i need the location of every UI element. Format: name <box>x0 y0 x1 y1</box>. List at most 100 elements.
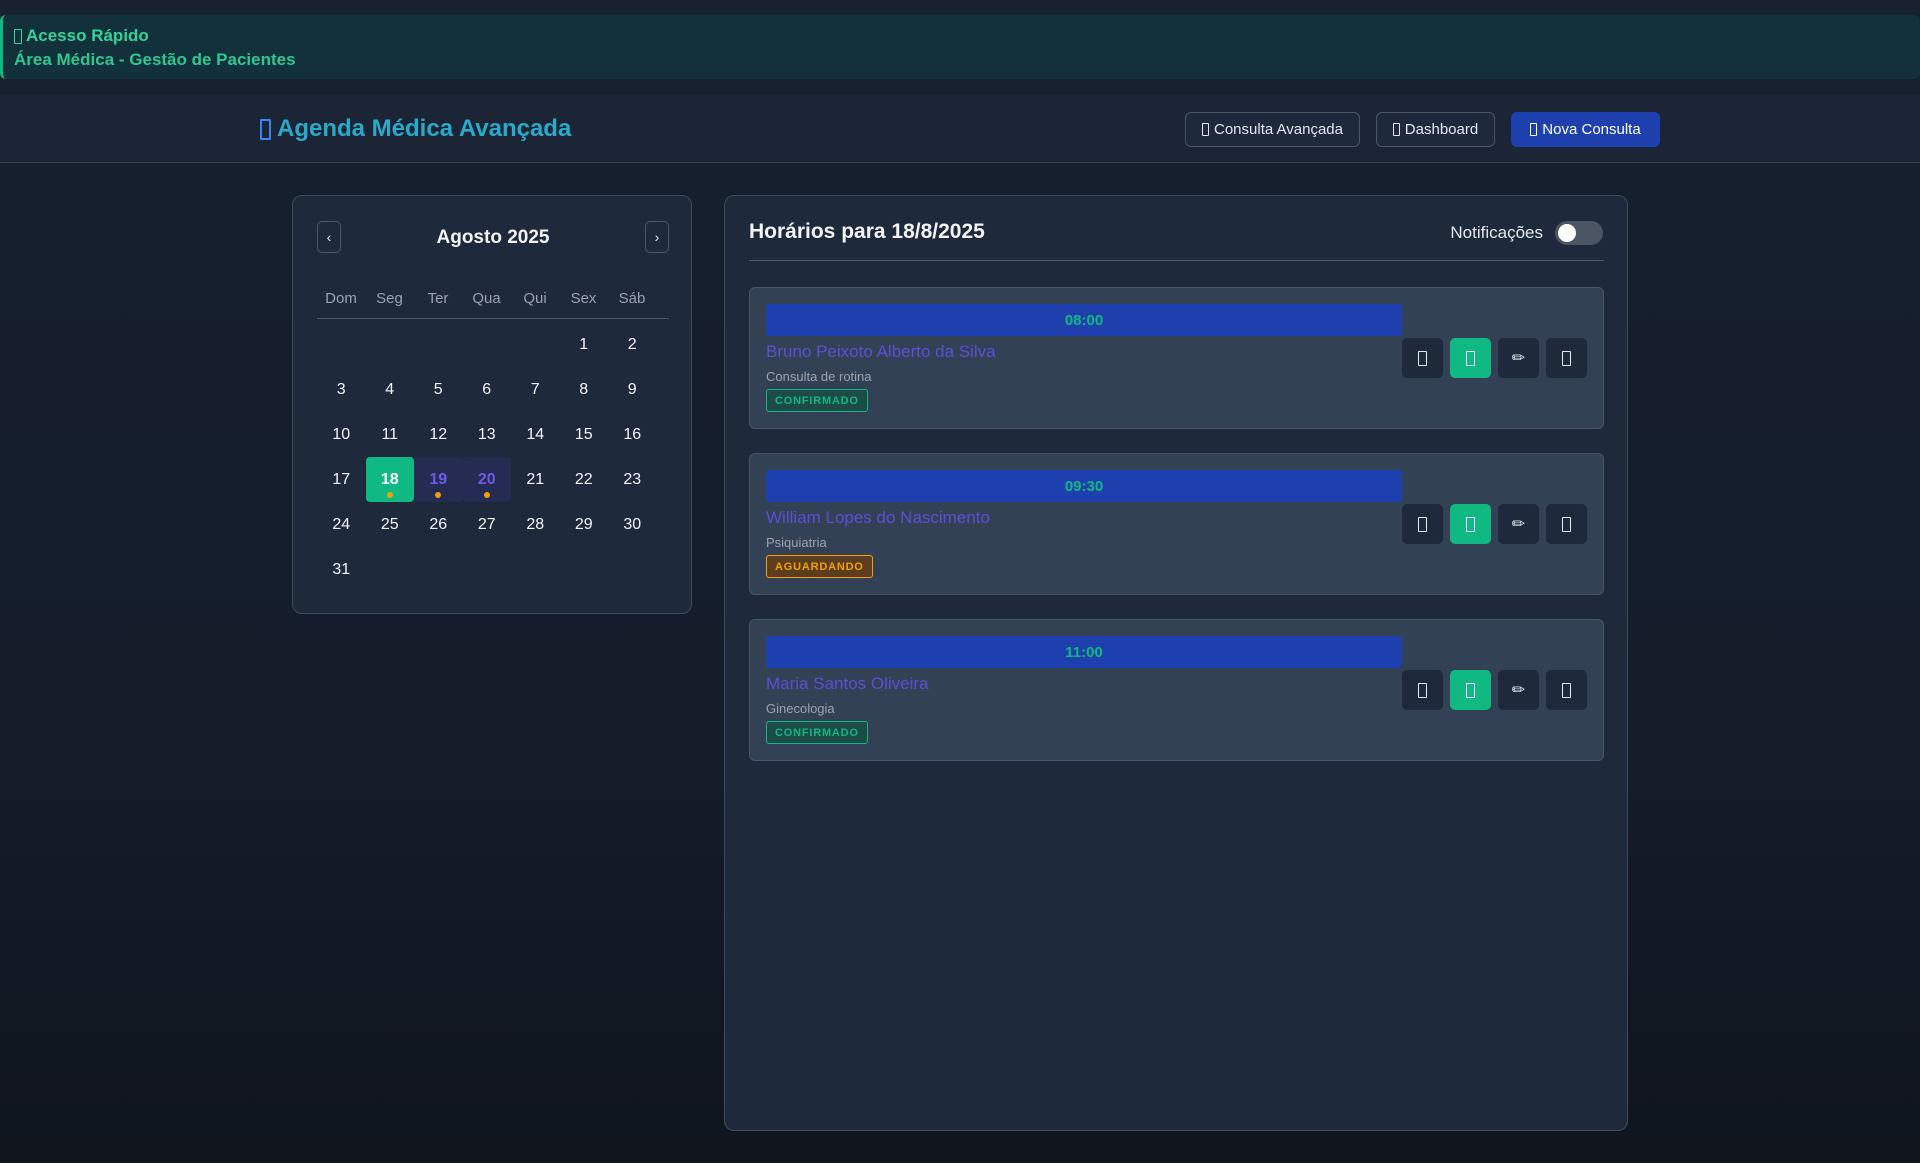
calendar-day[interactable]: 2 <box>608 322 657 367</box>
calendar-day[interactable]: 6 <box>463 367 512 412</box>
edit-button[interactable]: ✏ <box>1498 670 1539 710</box>
calendar-month-label: Agosto 2025 <box>436 227 550 248</box>
hospital-icon <box>260 118 271 140</box>
call-button[interactable] <box>1402 504 1443 544</box>
whatsapp-button[interactable] <box>1450 504 1491 544</box>
new-consult-button[interactable]: Nova Consulta <box>1511 112 1660 147</box>
edit-icon: ✏ <box>1511 516 1526 533</box>
appointment-type: Psiquiatria <box>766 535 827 550</box>
calendar-day[interactable]: 23 <box>608 457 657 502</box>
calendar-day[interactable]: 20 <box>462 457 511 502</box>
appointment-card[interactable]: 09:30 William Lopes do Nascimento Psiqui… <box>749 453 1604 595</box>
calendar-day-number: 9 <box>627 380 637 398</box>
calendar-day[interactable]: 28 <box>511 502 560 547</box>
calendar-day[interactable]: 10 <box>317 412 366 457</box>
next-month-button[interactable]: › <box>645 221 669 253</box>
calendar-day[interactable]: 27 <box>463 502 512 547</box>
calendar-empty-cell <box>463 322 512 367</box>
calendar-day-number: 5 <box>433 380 443 398</box>
appointment-type: Consulta de rotina <box>766 369 872 384</box>
edit-icon: ✏ <box>1511 682 1526 699</box>
delete-button[interactable] <box>1546 670 1587 710</box>
calendar-day-number: 13 <box>477 425 496 443</box>
patient-name[interactable]: Bruno Peixoto Alberto da Silva <box>766 342 996 362</box>
appointment-card[interactable]: 11:00 Maria Santos Oliveira Ginecologia … <box>749 619 1604 761</box>
lightning-icon <box>14 28 22 44</box>
calendar-day-number: 6 <box>482 380 492 398</box>
search-icon <box>1202 123 1209 136</box>
calendar-day-number: 18 <box>380 470 399 488</box>
calendar-day[interactable]: 25 <box>366 502 415 547</box>
calendar-day-number: 7 <box>530 380 540 398</box>
patient-name[interactable]: Maria Santos Oliveira <box>766 674 929 694</box>
dashboard-label: Dashboard <box>1404 121 1479 138</box>
calendar-day-selected[interactable]: 18 <box>365 457 414 502</box>
calendar-day[interactable]: 3 <box>317 367 366 412</box>
calendar-day[interactable]: 22 <box>560 457 609 502</box>
calendar-day[interactable]: 17 <box>317 457 366 502</box>
calendar-day-number: 29 <box>574 515 593 533</box>
patient-name[interactable]: William Lopes do Nascimento <box>766 508 990 528</box>
weekday-label: Qui <box>523 290 547 307</box>
phone-icon <box>1418 350 1427 366</box>
quick-access-banner[interactable]: Acesso Rápido Área Médica - Gestão de Pa… <box>0 15 1920 79</box>
advanced-consult-button[interactable]: Consulta Avançada <box>1185 112 1360 147</box>
calendar-day[interactable]: 24 <box>317 502 366 547</box>
weekday-header: Dom Seg Ter Qua Qui Sex Sáb <box>317 290 669 307</box>
delete-button[interactable] <box>1546 338 1587 378</box>
calendar-day[interactable]: 13 <box>463 412 512 457</box>
notifications-toggle[interactable] <box>1555 221 1603 245</box>
whatsapp-button[interactable] <box>1450 670 1491 710</box>
appointment-dot-indicator <box>386 492 393 498</box>
weekday-label: Sáb <box>618 290 646 307</box>
app-header: Agenda Médica Avançada Consulta Avançada… <box>0 95 1920 163</box>
status-badge: AGUARDANDO <box>766 555 873 578</box>
calendar-day[interactable]: 29 <box>560 502 609 547</box>
appointment-actions: ✏ <box>1402 504 1587 544</box>
calendar-day[interactable]: 30 <box>608 502 657 547</box>
calendar-day[interactable]: 14 <box>511 412 560 457</box>
whatsapp-button[interactable] <box>1450 338 1491 378</box>
calendar-empty-cell <box>414 322 463 367</box>
appointment-time: 09:30 <box>766 470 1402 502</box>
phone-icon <box>1418 682 1427 698</box>
calendar-day[interactable]: 31 <box>317 547 366 592</box>
calendar-day[interactable]: 12 <box>414 412 463 457</box>
call-button[interactable] <box>1402 670 1443 710</box>
calendar-day[interactable]: 15 <box>560 412 609 457</box>
delete-icon <box>1562 682 1571 698</box>
calendar-day[interactable]: 16 <box>608 412 657 457</box>
calendar-day[interactable]: 5 <box>414 367 463 412</box>
phone-icon <box>1418 516 1427 532</box>
calendar-day[interactable]: 26 <box>414 502 463 547</box>
calendar-day-number: 17 <box>332 470 351 488</box>
weekday-label: Ter <box>427 290 449 307</box>
calendar-day[interactable]: 9 <box>608 367 657 412</box>
edit-button[interactable]: ✏ <box>1498 338 1539 378</box>
calendar-day[interactable]: 8 <box>560 367 609 412</box>
delete-button[interactable] <box>1546 504 1587 544</box>
calendar-day[interactable]: 19 <box>414 457 463 502</box>
calendar-day[interactable]: 21 <box>511 457 560 502</box>
delete-icon <box>1562 516 1571 532</box>
appointment-card[interactable]: 08:00 Bruno Peixoto Alberto da Silva Con… <box>749 287 1604 429</box>
call-button[interactable] <box>1402 338 1443 378</box>
calendar-day-number: 12 <box>429 425 448 443</box>
edit-button[interactable]: ✏ <box>1498 504 1539 544</box>
calendar-day-number: 16 <box>623 425 642 443</box>
notifications-label: Notificações <box>1450 223 1543 242</box>
quick-access-subtitle: Área Médica - Gestão de Pacientes <box>14 50 296 69</box>
quick-access-title: Acesso Rápido <box>26 26 149 45</box>
calendar-days-grid: 1 2 3 4 5 6 7 8 9 10 11 12 13 14 15 16 17 18 19 20 21 22 23 24 2… <box>317 322 669 592</box>
calendar-day[interactable]: 7 <box>511 367 560 412</box>
calendar-day-number: 31 <box>332 560 351 578</box>
calendar-day-number: 8 <box>579 380 589 398</box>
calendar-day[interactable]: 11 <box>366 412 415 457</box>
chart-icon <box>1392 123 1400 136</box>
dashboard-button[interactable]: Dashboard <box>1376 112 1495 147</box>
calendar-empty-cell <box>366 322 415 367</box>
calendar-empty-cell <box>317 322 366 367</box>
calendar-day[interactable]: 1 <box>560 322 609 367</box>
calendar-day[interactable]: 4 <box>366 367 415 412</box>
calendar-day-number: 10 <box>332 425 351 443</box>
